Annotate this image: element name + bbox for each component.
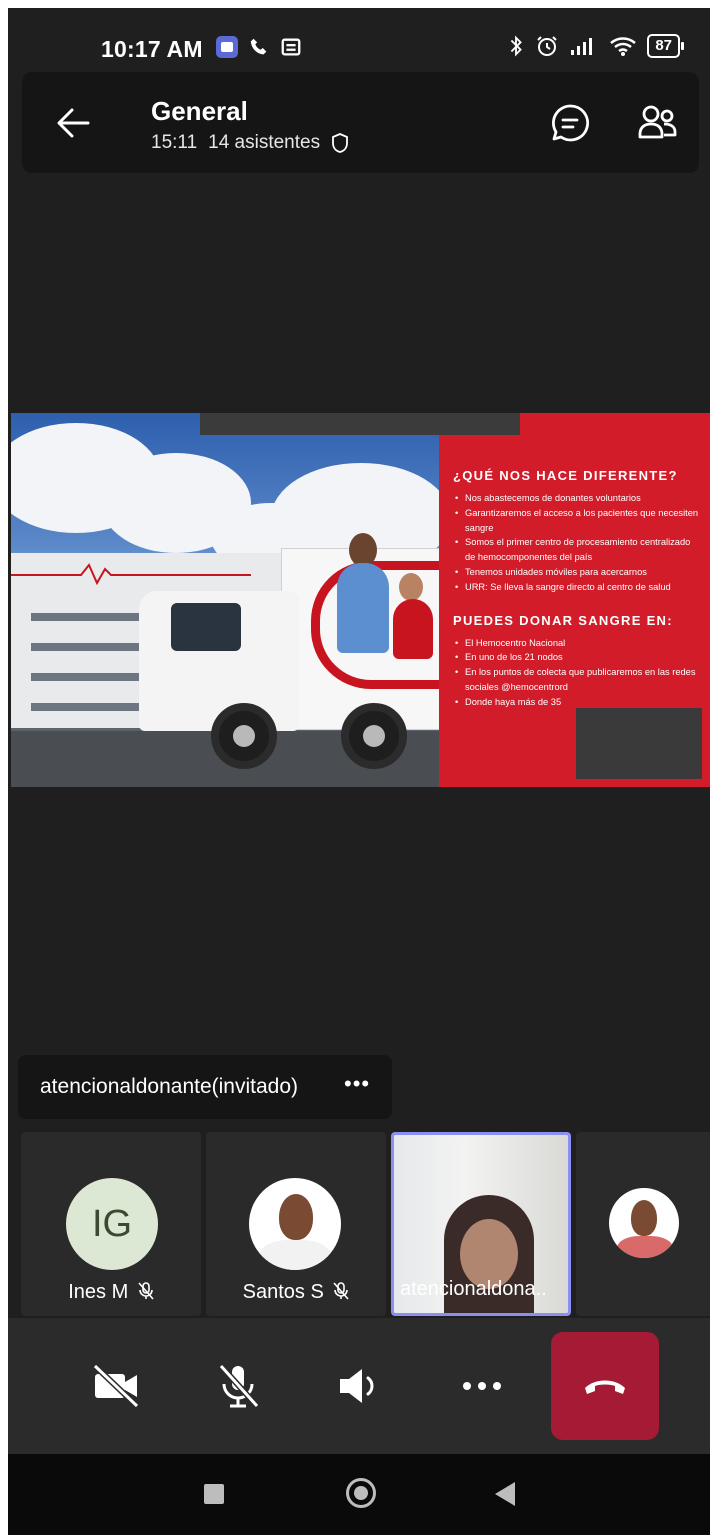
status-bar: 10:17 AM 87 bbox=[8, 8, 710, 72]
hang-up-icon bbox=[585, 1380, 625, 1394]
participant-tile[interactable]: IG Ines M bbox=[21, 1132, 201, 1316]
attendee-count: 14 asistentes bbox=[208, 132, 321, 153]
signal-icon bbox=[571, 38, 593, 55]
mic-off-icon bbox=[333, 1282, 349, 1300]
avatar bbox=[609, 1188, 679, 1258]
speaker-icon[interactable] bbox=[336, 1364, 386, 1408]
hang-up-button[interactable] bbox=[551, 1332, 659, 1440]
teams-icon bbox=[216, 36, 238, 58]
participant-tile-active[interactable]: atencionaldona.. bbox=[391, 1132, 571, 1316]
status-left-icons bbox=[216, 36, 302, 58]
list-item: Tenemos unidades móviles para acercarnos bbox=[453, 565, 703, 580]
chat-icon[interactable] bbox=[549, 102, 591, 144]
mic-off-icon[interactable] bbox=[213, 1364, 263, 1408]
list-item: Garantizaremos el acceso a los pacientes… bbox=[453, 506, 703, 536]
status-time: 10:17 AM bbox=[101, 36, 203, 62]
mic-off-icon bbox=[138, 1282, 154, 1300]
presenter-name: atencionaldonante(invitado) bbox=[40, 1075, 299, 1098]
back-button[interactable] bbox=[495, 1482, 515, 1506]
redaction-bar bbox=[200, 413, 520, 435]
shared-heading-1: ¿QUÉ NOS HACE DIFERENTE? bbox=[453, 468, 678, 483]
participants-icon[interactable] bbox=[637, 102, 679, 144]
avatar bbox=[249, 1178, 341, 1270]
list-item: Nos abastecemos de donantes voluntarios bbox=[453, 491, 703, 506]
meeting-subtitle: 15:11 14 asistentes bbox=[151, 132, 349, 154]
list-item: En los puntos de colecta que publicaremo… bbox=[453, 665, 703, 695]
recents-button[interactable] bbox=[204, 1484, 224, 1504]
shared-list-1: Nos abastecemos de donantes voluntarios … bbox=[453, 491, 703, 595]
meeting-title: General bbox=[151, 96, 248, 126]
status-right-icons: 87 bbox=[507, 34, 684, 58]
shared-text-panel: ¿QUÉ NOS HACE DIFERENTE? Nos abastecemos… bbox=[453, 468, 703, 728]
shared-photo bbox=[11, 413, 439, 787]
battery-icon: 87 bbox=[647, 34, 684, 58]
participant-name: Ines M bbox=[21, 1281, 201, 1304]
android-nav-bar bbox=[8, 1454, 710, 1535]
shield-icon bbox=[332, 133, 349, 153]
participant-name: Santos S bbox=[206, 1281, 386, 1304]
redaction-box bbox=[576, 708, 702, 779]
participant-strip: IG Ines M Santos S atencionaldona.. bbox=[8, 1132, 710, 1316]
bluetooth-icon bbox=[511, 35, 523, 57]
teams-call-screen: 10:17 AM 87 General 15:11 14 asistentes bbox=[8, 8, 710, 1535]
participant-tile[interactable]: Santos S bbox=[206, 1132, 386, 1316]
back-arrow-icon[interactable] bbox=[52, 102, 94, 144]
camera-off-icon[interactable] bbox=[91, 1364, 141, 1408]
shared-list-2: El Hemocentro Nacional En uno de los 21 … bbox=[453, 636, 703, 710]
shared-heading-2: PUEDES DONAR SANGRE EN: bbox=[453, 612, 673, 628]
list-item: URR: Se lleva la sangre directo al centr… bbox=[453, 580, 703, 595]
participant-name: atencionaldona.. bbox=[400, 1278, 547, 1301]
home-button[interactable] bbox=[346, 1478, 376, 1508]
participant-name-text: Ines M bbox=[68, 1281, 129, 1303]
meeting-header: General 15:11 14 asistentes bbox=[22, 72, 699, 173]
avatar: IG bbox=[66, 1178, 158, 1270]
call-controls bbox=[8, 1318, 710, 1454]
more-options-icon[interactable]: ••• bbox=[344, 1071, 370, 1097]
presenter-name-pill[interactable]: atencionaldonante(invitado) ••• bbox=[18, 1055, 392, 1119]
wifi-icon bbox=[610, 37, 637, 56]
shared-screen: ¿QUÉ NOS HACE DIFERENTE? Nos abastecemos… bbox=[11, 413, 710, 787]
list-item: En uno de los 21 nodos bbox=[453, 650, 703, 665]
list-item: El Hemocentro Nacional bbox=[453, 636, 703, 651]
phone-icon bbox=[250, 38, 267, 55]
meeting-duration: 15:11 bbox=[151, 132, 198, 153]
list-item: Somos el primer centro de procesamiento … bbox=[453, 535, 703, 565]
participant-tile[interactable] bbox=[576, 1132, 710, 1316]
message-icon bbox=[281, 38, 301, 56]
more-icon[interactable] bbox=[457, 1364, 507, 1408]
participant-name-text: Santos S bbox=[242, 1281, 324, 1303]
participant-name-text: atencionaldona.. bbox=[400, 1278, 547, 1300]
alarm-icon bbox=[537, 36, 558, 56]
